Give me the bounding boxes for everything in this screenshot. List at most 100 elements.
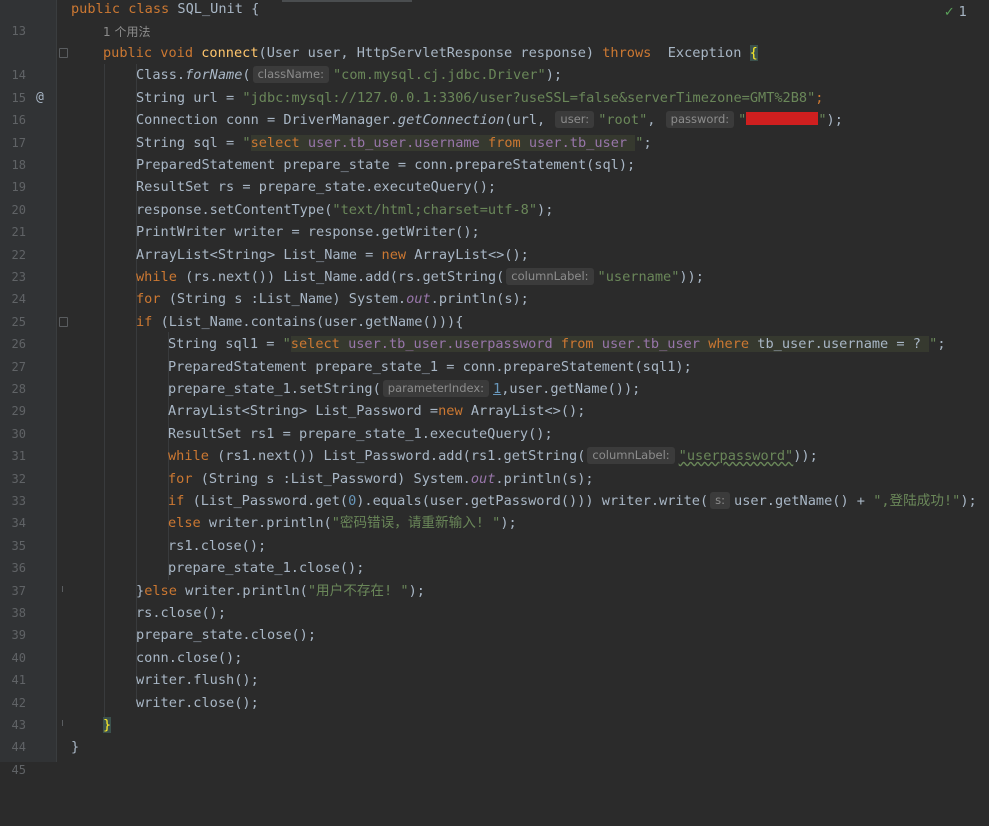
code-token: writer.println( — [185, 582, 308, 599]
code-line-34[interactable]: 34 if (List_Password.get(0).equals(user.… — [0, 490, 989, 530]
code-token: ; — [815, 89, 824, 106]
code-line-28[interactable]: 28 PreparedStatement prepare_state_1 = c… — [0, 356, 989, 396]
code-line-42[interactable]: 42 writer.flush(); — [0, 669, 989, 709]
code-token: ); — [545, 67, 563, 84]
code-line-15[interactable]: 15 Class.forName(className: "com.mysql.cj… — [0, 64, 989, 105]
code-token: PreparedStatement prepare_state = conn.p… — [136, 157, 636, 173]
code-token: ).equals(user.getPassword())) writer.wri… — [356, 493, 709, 509]
code-token: out — [406, 291, 431, 308]
code-token: " — [738, 112, 747, 129]
fold-icon[interactable] — [59, 316, 68, 327]
code-token: connect — [201, 45, 259, 61]
parameter-hint: columnLabel: — [587, 447, 675, 465]
code-token: new — [381, 246, 415, 263]
code-token: } — [136, 582, 145, 599]
code-token: 1 — [493, 381, 502, 397]
sql-token: user.tb_user — [528, 134, 636, 151]
code-token: "用户不存在! " — [307, 582, 409, 599]
code-line-43[interactable]: 43 writer.close(); — [0, 692, 989, 732]
code-line-45[interactable]: 45 } — [0, 736, 989, 776]
usage-hint[interactable]: 1 个用法 — [103, 23, 150, 40]
code-token: for — [168, 470, 201, 487]
code-line-31[interactable]: 31 ResultSet rs1 = prepare_state_1.execu… — [0, 423, 989, 463]
sql-token: tb_user.username = ? — [757, 336, 930, 353]
code-line-13[interactable]: 13 public class SQL_Unit { — [0, 0, 989, 38]
code-line-44[interactable]: 44 } — [0, 714, 989, 754]
code-line-14[interactable]: 14 @ public void connect(User user, Http… — [0, 42, 989, 105]
code-token: new — [438, 403, 471, 420]
code-token: throws — [602, 45, 660, 61]
code-token: response.setContentType( — [136, 201, 333, 218]
code-token: ); — [500, 515, 517, 532]
fold-icon[interactable] — [59, 48, 68, 58]
code-token: while — [136, 269, 186, 285]
code-token: (List_Password.get( — [192, 493, 349, 509]
code-token: rs.close(); — [136, 605, 227, 621]
code-token: )); — [793, 448, 818, 465]
sql-keyword: select — [290, 336, 349, 353]
code-line-22[interactable]: 22 PrintWriter writer = response.getWrit… — [0, 221, 989, 261]
sql-keyword: where — [708, 336, 758, 353]
code-token: writer.println( — [208, 515, 332, 532]
sql-keyword: select — [250, 134, 308, 151]
code-line-39[interactable]: 39 rs.close(); — [0, 602, 989, 642]
code-line-29[interactable]: 29 prepare_state_1.setString(parameterIn… — [0, 378, 989, 418]
code-token: (List_Name.contains(user.getName())){ — [160, 313, 464, 330]
code-editor[interactable]: ✓ 1 13 public class SQL_Unit { 1 个用法 14 @… — [0, 0, 989, 777]
code-line-32[interactable]: 32 while (rs1.next()) List_Password.add(… — [0, 445, 989, 486]
code-line-27[interactable]: 27 String sql1 = "select user.tb_user.us… — [0, 333, 989, 374]
sql-token: user.tb_user.userpassword — [348, 336, 561, 353]
code-token: forName — [185, 67, 243, 84]
code-line-18[interactable]: 18 String sql = "select user.tb_user.use… — [0, 132, 989, 172]
code-line-41[interactable]: 41 conn.close(); — [0, 647, 989, 687]
code-token: ArrayList<>(); — [414, 246, 529, 263]
code-token: " — [282, 336, 291, 353]
code-line-20[interactable]: 20 ResultSet rs = prepare_state.executeQ… — [0, 176, 989, 216]
code-line-16[interactable]: 16 String url = "jdbc:mysql://127.0.0.1:… — [0, 87, 989, 127]
code-token: writer.close(); — [136, 694, 259, 711]
code-line-24[interactable]: 24 while (rs.next()) List_Name.add(rs.ge… — [0, 266, 989, 306]
code-token: (User user, HttpServletResponse response… — [258, 45, 603, 61]
code-line-37[interactable]: 37 prepare_state_1.close(); — [0, 557, 989, 597]
code-line-23[interactable]: 23 ArrayList<String> List_Name = new Arr… — [0, 244, 989, 284]
code-token: } — [71, 739, 80, 756]
code-line-35[interactable]: 35 else writer.println("密码错误，请重新输入! "); — [0, 512, 989, 552]
code-line-36[interactable]: 36 rs1.close(); — [0, 535, 989, 575]
code-token: .println(s); — [430, 291, 529, 308]
code-token: String url = — [136, 89, 243, 106]
code-token: SQL_Unit { — [177, 1, 260, 17]
code-line-25[interactable]: 25 for (String s :List_Name) System.out.… — [0, 288, 989, 328]
code-token: prepare_state_1.setString( — [168, 381, 381, 397]
code-token: "com.mysql.cj.jdbc.Driver" — [332, 67, 546, 84]
code-line-40[interactable]: 40 prepare_state.close(); — [0, 624, 989, 664]
code-token: ; — [937, 336, 946, 353]
sql-keyword: from — [487, 134, 529, 151]
code-token: ResultSet rs1 = prepare_state_1.executeQ… — [168, 425, 553, 442]
code-line-33[interactable]: 33 for (String s :List_Password) System.… — [0, 468, 989, 508]
code-token: )); — [679, 269, 704, 285]
code-token: ArrayList<String> List_Password = — [168, 403, 439, 420]
code-line-19[interactable]: 19 PreparedStatement prepare_state = con… — [0, 154, 989, 194]
code-line-17[interactable]: 17 Connection conn = DriverManager.getCo… — [0, 109, 989, 150]
fold-end-icon[interactable] — [59, 720, 68, 730]
fold-end-icon[interactable] — [59, 585, 68, 596]
code-line-38[interactable]: 38 }else writer.println("用户不存在! "); — [0, 580, 989, 620]
code-token: ( — [242, 67, 251, 84]
parameter-hint: password: — [665, 111, 735, 129]
code-token: (rs.next()) List_Name.add(rs.getString( — [185, 269, 505, 285]
brace-match: } — [103, 717, 112, 733]
code-line-30[interactable]: 30 ArrayList<String> List_Password =new … — [0, 400, 989, 440]
code-token: rs1.close(); — [168, 537, 267, 554]
code-token: ArrayList<>(); — [470, 403, 586, 420]
line-number: 13 — [11, 24, 26, 39]
sql-keyword: from — [560, 336, 602, 353]
parameter-hint: parameterIndex: — [382, 380, 490, 397]
sql-token: user.tb_user — [601, 336, 709, 353]
code-line-26[interactable]: 26 if (List_Name.contains(user.getName()… — [0, 311, 989, 351]
code-token: if — [168, 493, 193, 509]
code-token: ,user.getName()); — [501, 381, 641, 397]
code-line-21[interactable]: 21 response.setContentType("text/html;ch… — [0, 199, 989, 239]
code-token: PreparedStatement prepare_state_1 = conn… — [168, 358, 692, 375]
code-token: .println(s); — [495, 470, 594, 487]
code-token: (String s :List_Name) System. — [168, 291, 407, 308]
